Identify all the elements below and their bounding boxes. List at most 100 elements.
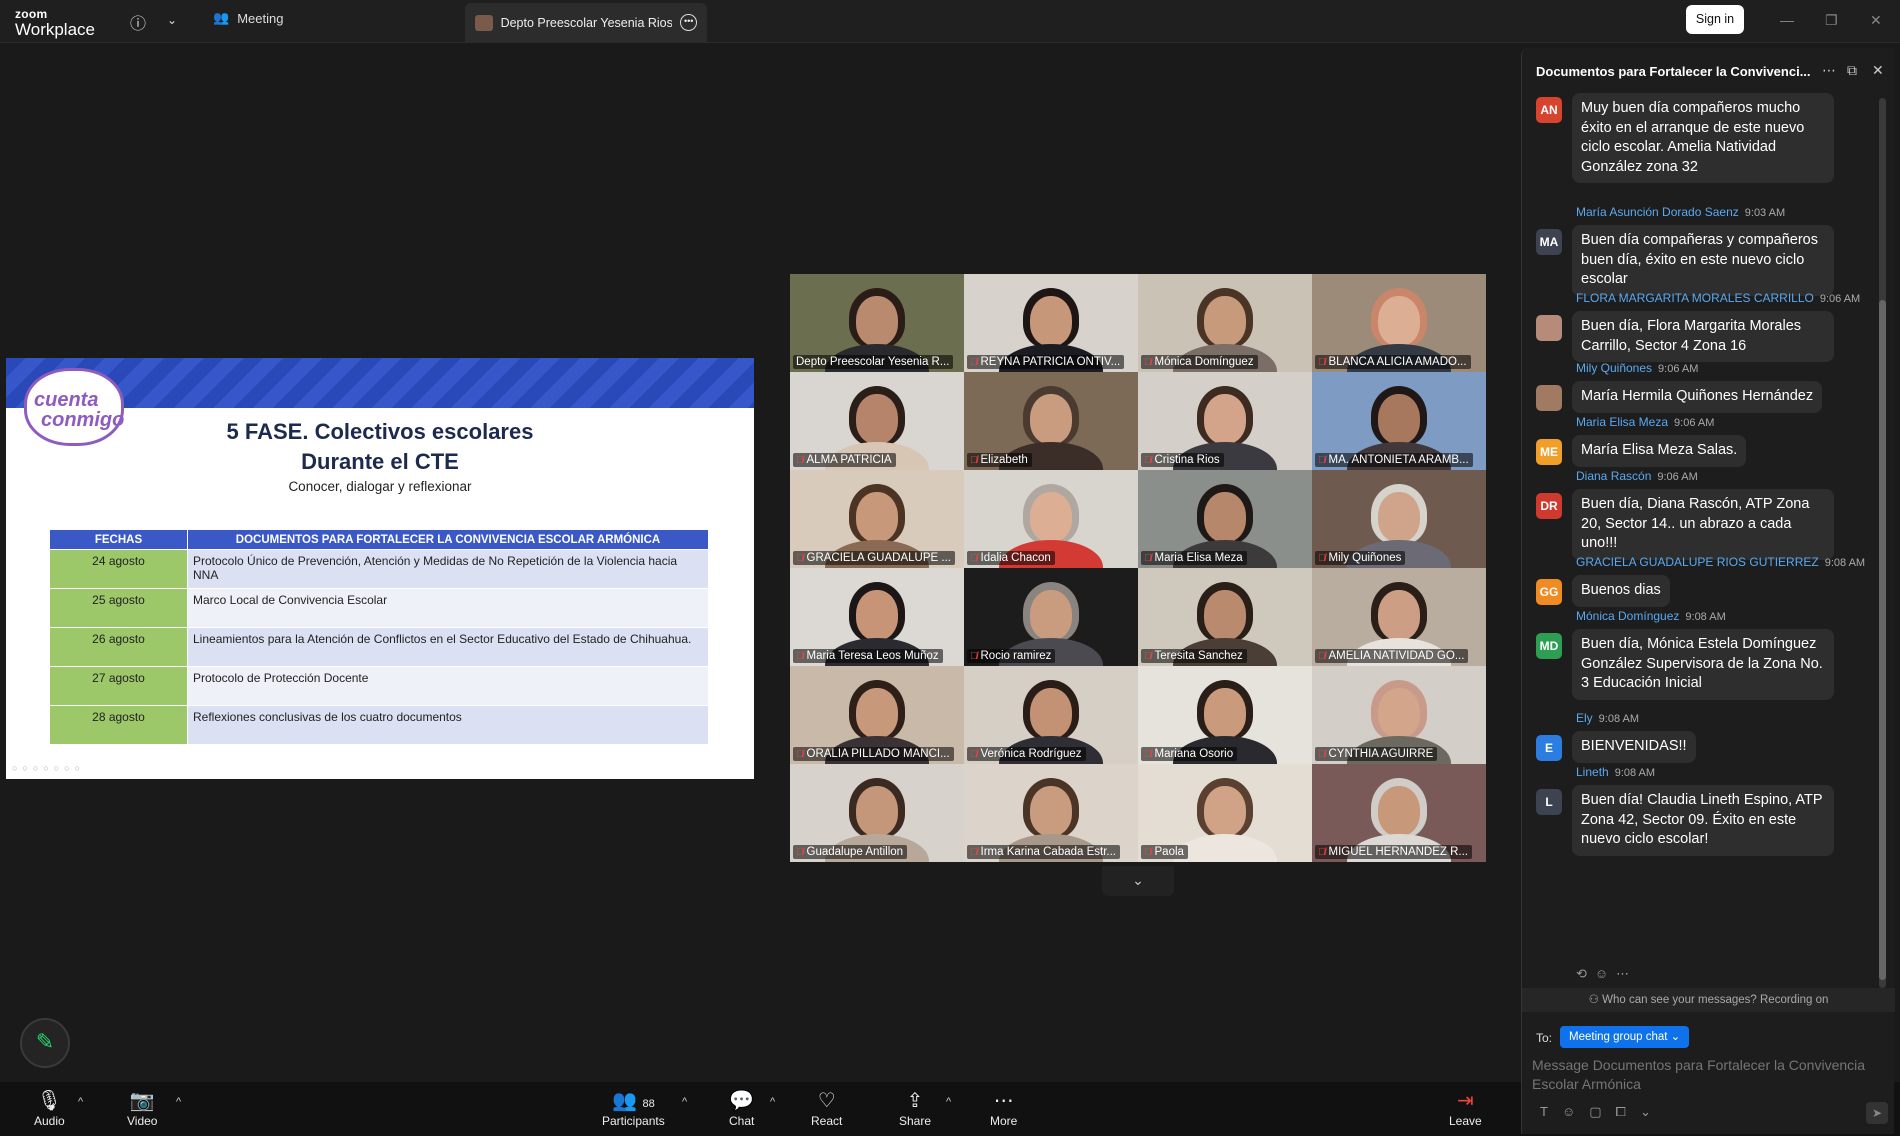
participant-name: Irma Karina Cabada Estr... [980, 846, 1117, 858]
participant-tile[interactable]: 🎙̸ Mariana Osorio [1138, 666, 1312, 764]
text-format-icon[interactable]: T [1540, 1104, 1562, 1119]
date-cell: 27 agosto [49, 666, 188, 706]
recipient-dropdown[interactable]: Meeting group chat ⌄ [1560, 1026, 1690, 1048]
chat-more-icon[interactable]: ⋯ [1822, 62, 1836, 79]
leave-button[interactable]: ⇥ Leave [1449, 1088, 1482, 1128]
participant-name-tag: 🎙̸ Maria Teresa Leos Muñoz [793, 649, 943, 663]
info-icon[interactable]: ⓘ [130, 10, 146, 34]
react-button[interactable]: ♡ React [811, 1088, 842, 1128]
sender-avatar[interactable] [1536, 385, 1562, 411]
chevron-down-icon[interactable]: ⌄ [167, 13, 177, 27]
participant-tile[interactable]: 🎙̸ Maria Elisa Meza [1138, 470, 1312, 568]
participant-tile[interactable]: 🎙̸ MA. ANTONIETA ARAMB... [1312, 372, 1486, 470]
sender-name: FLORA MARGARITA MORALES CARRILLO [1576, 291, 1814, 305]
sender-name: Ely [1576, 711, 1593, 725]
chat-message-input[interactable] [1532, 1056, 1884, 1100]
close-chat-icon[interactable]: ✕ [1872, 62, 1884, 79]
participant-name: Guadalupe Antillon [806, 846, 904, 858]
zoom-app-window: zoom Workplace ⓘ ⌄ 👥 Meeting Depto Prees… [0, 0, 1900, 1136]
participant-tile[interactable]: 🎙̸ Irma Karina Cabada Estr... [964, 764, 1138, 862]
participant-name: MA. ANTONIETA ARAMB... [1328, 454, 1469, 466]
participant-name-tag: 🎙̸ Idalia Chacon [967, 551, 1055, 565]
video-options-caret-icon[interactable]: ^ [176, 1096, 181, 1108]
participant-tile[interactable]: 🎙̸ Elizabeth [964, 372, 1138, 470]
participant-tile[interactable]: Depto Preescolar Yesenia R... [790, 274, 964, 372]
screenshot-icon[interactable]: ⧠ [1616, 1104, 1640, 1119]
chat-scrollbar-thumb[interactable] [1879, 300, 1886, 980]
gallery-expand-chevron-icon[interactable]: ⌄ [1102, 866, 1174, 896]
participant-tile[interactable]: 🎙̸ Mónica Domínguez [1138, 274, 1312, 372]
logo-big-text: Workplace [15, 20, 95, 39]
more-button[interactable]: ⋯ More [990, 1088, 1017, 1128]
meeting-tab[interactable]: 👥 Meeting [213, 10, 283, 26]
people-icon: 👥 [213, 10, 230, 25]
participant-tile[interactable]: 🎙̸ Maria Teresa Leos Muñoz [790, 568, 964, 666]
sender-avatar[interactable]: DR [1536, 493, 1562, 519]
sender-avatar[interactable] [1536, 315, 1562, 341]
popout-icon[interactable]: ⧉ [1847, 62, 1857, 79]
participant-tile[interactable]: 🎙̸ ALMA PATRICIA [790, 372, 964, 470]
sender-name: Mónica Domínguez [1576, 609, 1680, 623]
sender-name: Maria Elisa Meza [1576, 415, 1669, 429]
participants-caret-icon[interactable]: ^ [682, 1096, 687, 1108]
participant-tile[interactable]: 🎙̸ Rocio ramirez [964, 568, 1138, 666]
sender-avatar[interactable]: MA [1536, 229, 1562, 255]
participant-tile[interactable]: 🎙̸ Guadalupe Antillon [790, 764, 964, 862]
annotate-pencil-icon[interactable]: ✎ [20, 1018, 70, 1068]
participant-name-tag: 🎙̸ REYNA PATRICIA ONTIV... [967, 355, 1125, 369]
more-icon: ⋯ [993, 1090, 1014, 1112]
chat-button[interactable]: 💬 Chat [729, 1088, 754, 1128]
audio-options-caret-icon[interactable]: ^ [78, 1096, 83, 1108]
sender-avatar[interactable]: AN [1536, 97, 1562, 123]
shared-screen: cuenta conmigo 5 FASE. Colectivos escola… [6, 358, 754, 779]
participant-tile[interactable]: 🎙̸ Mily Quiñones [1312, 470, 1486, 568]
muted-mic-icon: 🎙̸ [1318, 552, 1326, 564]
who-can-see-text: Who can see your messages? Recording on [1602, 994, 1829, 1006]
participants-button[interactable]: 👥 88 Participants [602, 1088, 665, 1128]
audio-button[interactable]: 🎙 Audio [34, 1088, 65, 1128]
sender-avatar[interactable]: ME [1536, 439, 1562, 465]
slide-subtitle: Conocer, dialogar y reflexionar [288, 479, 472, 494]
leave-label: Leave [1449, 1114, 1482, 1128]
participant-tile[interactable]: 🎙̸ AMELIA NATIVIDAD GO... [1312, 568, 1486, 666]
who-can-see-notice[interactable]: ⚇ Who can see your messages? Recording o… [1522, 988, 1895, 1012]
chevron-down-icon[interactable]: ⌄ [1640, 1104, 1665, 1119]
to-label: To: [1536, 1031, 1553, 1045]
participant-tile[interactable]: 🎙̸ CYNTHIA AGUIRRE [1312, 666, 1486, 764]
send-icon[interactable]: ➤ [1866, 1102, 1888, 1124]
maximize-icon[interactable]: ❐ [1825, 12, 1838, 29]
sender-avatar[interactable]: E [1536, 735, 1562, 761]
muted-mic-icon: 🎙̸ [796, 454, 804, 466]
participant-tile[interactable]: 🎙̸ BLANCA ALICIA AMADO... [1312, 274, 1486, 372]
participant-name-tag: 🎙̸ ORALIA PILLADO MANCI... [793, 747, 954, 761]
close-window-icon[interactable]: ✕ [1870, 12, 1882, 29]
sign-in-button[interactable]: Sign in [1686, 5, 1744, 34]
more-options-icon[interactable]: ••• [680, 14, 697, 31]
video-button[interactable]: 📷 Video [127, 1088, 157, 1128]
participant-tile[interactable]: 🎙̸ Idalia Chacon [964, 470, 1138, 568]
participant-tile[interactable]: 🎙̸ Verónica Rodríguez [964, 666, 1138, 764]
file-icon[interactable]: ▢ [1589, 1104, 1615, 1119]
participant-tile[interactable]: 🎙̸ GRACIELA GUADALUPE ... [790, 470, 964, 568]
muted-mic-icon: 🎙̸ [796, 748, 804, 760]
sender-avatar[interactable]: GG [1536, 579, 1562, 605]
participant-face [856, 492, 898, 542]
sender-line: Lineth 9:08 AM [1576, 765, 1655, 779]
video-gallery: Depto Preescolar Yesenia R... 🎙̸ REYNA PAT… [790, 274, 1488, 862]
participant-tile[interactable]: 🎙̸ MIGUEL HERNANDEZ R... [1312, 764, 1486, 862]
share-button[interactable]: ⇪ Share [899, 1088, 931, 1128]
sender-avatar[interactable]: MD [1536, 633, 1562, 659]
share-caret-icon[interactable]: ^ [946, 1096, 951, 1108]
participant-tile[interactable]: 🎙̸ Teresita Sanchez [1138, 568, 1312, 666]
share-tab[interactable]: Depto Preescolar Yesenia Rios's sc ••• [465, 3, 707, 42]
participant-tile[interactable]: 🎙̸ Cristina Rios [1138, 372, 1312, 470]
emoji-icon[interactable]: ☺ [1562, 1104, 1589, 1119]
chat-message-list[interactable]: AN Muy buen día compañeros mucho éxito en… [1522, 93, 1895, 1023]
participant-tile[interactable]: 🎙̸ REYNA PATRICIA ONTIV... [964, 274, 1138, 372]
minimize-icon[interactable]: — [1780, 12, 1794, 28]
participant-tile[interactable]: 🎙̸ ORALIA PILLADO MANCI... [790, 666, 964, 764]
message-actions[interactable]: ⟲☺⋯ [1576, 966, 1637, 982]
sender-avatar[interactable]: L [1536, 789, 1562, 815]
participant-tile[interactable]: 🎙̸ Paola [1138, 764, 1312, 862]
chat-caret-icon[interactable]: ^ [770, 1096, 775, 1108]
